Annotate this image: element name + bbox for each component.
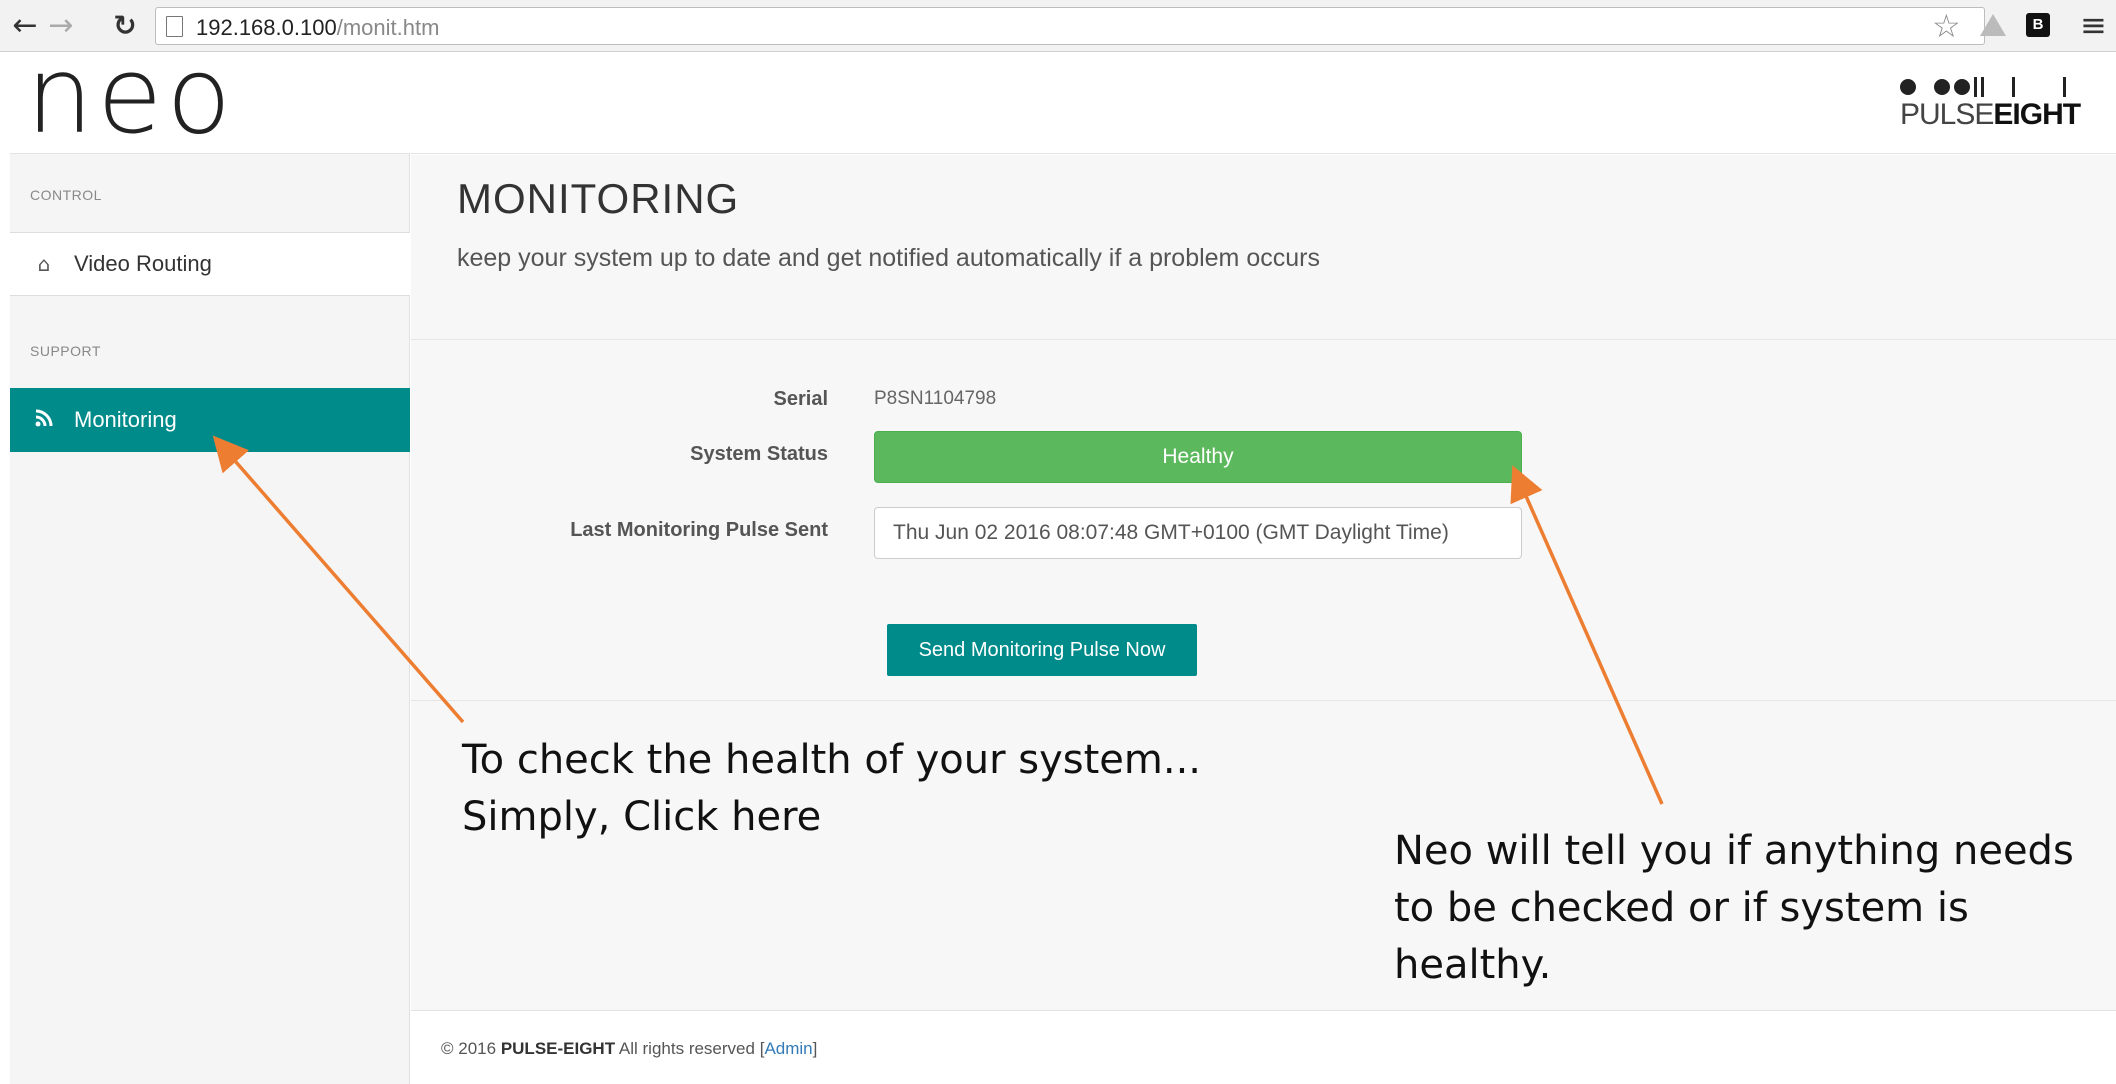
sidebar-item-label: Monitoring bbox=[74, 407, 177, 432]
top-bar: PULSEEIGHT bbox=[411, 54, 2116, 154]
sidebar-section-control: CONTROL bbox=[30, 187, 102, 203]
pulse-eight-wordmark: PULSEEIGHT bbox=[1900, 98, 2081, 131]
serial-label: Serial bbox=[773, 388, 828, 410]
brand-area: neo bbox=[10, 34, 410, 157]
sidebar-item-label: Video Routing bbox=[74, 251, 212, 276]
rss-icon bbox=[10, 408, 66, 433]
sidebar-item-monitoring[interactable]: Monitoring bbox=[10, 388, 410, 452]
sidebar: neo CONTROL ⌂ Video Routing SUPPORT Moni… bbox=[10, 34, 410, 1084]
page-header: MONITORING keep your system up to date a… bbox=[411, 155, 2116, 340]
annotation-right: Neo will tell you if anything needs to b… bbox=[1394, 828, 2074, 988]
sidebar-item-video-routing[interactable]: ⌂ Video Routing bbox=[10, 232, 410, 296]
footer: © 2016 PULSE-EIGHT All rights reserved [… bbox=[411, 1010, 2116, 1084]
page-title: MONITORING bbox=[457, 175, 740, 222]
neo-logo[interactable]: neo bbox=[26, 34, 235, 157]
last-pulse-label: Last Monitoring Pulse Sent bbox=[570, 519, 828, 541]
pulse-eight-logo: PULSEEIGHT bbox=[1900, 76, 2081, 136]
page-subtitle: keep your system up to date and get noti… bbox=[457, 244, 1320, 272]
system-status-badge: Healthy bbox=[874, 431, 1522, 483]
b-extension-icon[interactable]: B bbox=[2026, 13, 2050, 37]
address-bar[interactable]: 192.168.0.100/monit.htm bbox=[155, 7, 1985, 45]
drive-extension-icon[interactable] bbox=[1980, 14, 2006, 36]
monitoring-form: Serial P8SN1104798 System Status Healthy… bbox=[411, 341, 2116, 701]
last-pulse-field[interactable]: Thu Jun 02 2016 08:07:48 GMT+0100 (GMT D… bbox=[874, 507, 1522, 559]
browser-toolbar: ← → ↻ 192.168.0.100/monit.htm ☆ B ≡ bbox=[0, 0, 2116, 52]
footer-copyright: © 2016 PULSE-EIGHT All rights reserved [… bbox=[441, 1039, 818, 1058]
serial-value: P8SN1104798 bbox=[874, 388, 997, 409]
sidebar-section-support: SUPPORT bbox=[30, 343, 101, 359]
star-icon[interactable]: ☆ bbox=[1932, 8, 1961, 44]
menu-icon[interactable]: ≡ bbox=[2080, 6, 2107, 44]
pulse-eight-mark bbox=[1900, 76, 2066, 98]
system-status-label: System Status bbox=[690, 443, 828, 465]
send-monitoring-pulse-button[interactable]: Send Monitoring Pulse Now bbox=[887, 624, 1197, 676]
home-icon: ⌂ bbox=[37, 252, 51, 276]
admin-link[interactable]: Admin bbox=[764, 1039, 812, 1058]
annotation-left: To check the health of your system... Si… bbox=[462, 737, 1202, 840]
